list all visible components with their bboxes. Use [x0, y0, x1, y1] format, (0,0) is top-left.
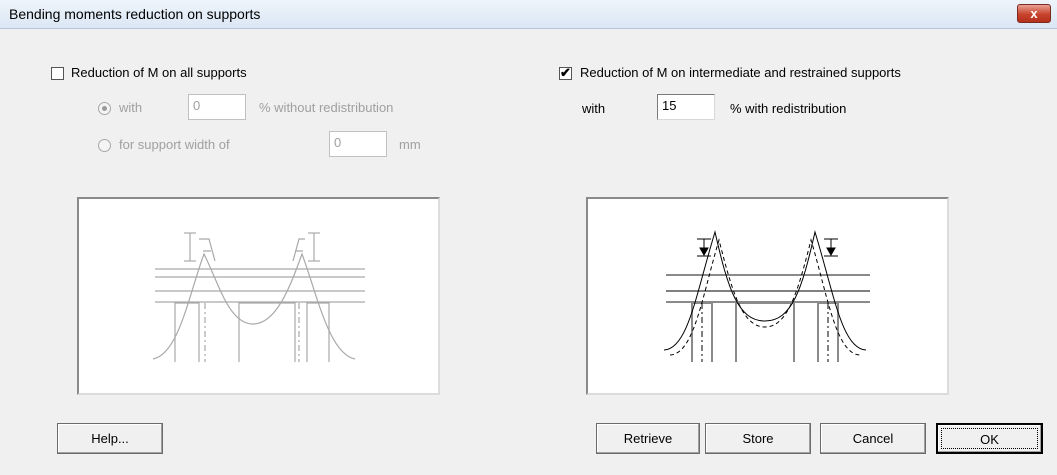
ok-button-label: OK [941, 428, 1038, 449]
retrieve-button[interactable]: Retrieve [596, 423, 700, 454]
reduce-all-supports-checkbox[interactable] [51, 67, 64, 80]
percent-with-redistribution-input[interactable]: 15 [657, 94, 715, 120]
close-icon: x [1030, 6, 1038, 21]
ok-button[interactable]: OK [936, 423, 1043, 454]
store-button[interactable]: Store [705, 423, 811, 454]
help-button[interactable]: Help... [57, 423, 163, 454]
support-width-input[interactable]: 0 [329, 131, 387, 157]
title-bar: Bending moments reduction on supports x [0, 0, 1057, 29]
radio-selected-dot [102, 106, 107, 111]
window-title: Bending moments reduction on supports [9, 6, 261, 22]
support-width-label: for support width of [119, 137, 230, 152]
reduce-all-supports-label: Reduction of M on all supports [71, 65, 247, 80]
moment-diagram-disabled [152, 232, 366, 362]
percent-without-redistribution-input[interactable]: 0 [188, 94, 246, 120]
with-percent-radio[interactable] [98, 102, 111, 115]
without-redistribution-label: % without redistribution [259, 100, 394, 115]
diagram-all-supports [77, 197, 440, 395]
with-label: with [582, 101, 606, 116]
with-percent-label: with [119, 100, 143, 115]
support-width-radio[interactable] [98, 139, 111, 152]
diagram-intermediate-supports [586, 197, 949, 395]
moment-diagram-active [663, 230, 870, 362]
checkmark-icon: ✔ [560, 65, 571, 80]
with-redistribution-label: % with redistribution [730, 101, 847, 116]
cancel-button[interactable]: Cancel [820, 423, 926, 454]
close-button[interactable]: x [1017, 4, 1051, 23]
support-width-unit: mm [399, 137, 421, 152]
reduce-intermediate-supports-label: Reduction of M on intermediate and restr… [580, 65, 901, 80]
reduce-intermediate-supports-checkbox[interactable]: ✔ [559, 65, 572, 80]
